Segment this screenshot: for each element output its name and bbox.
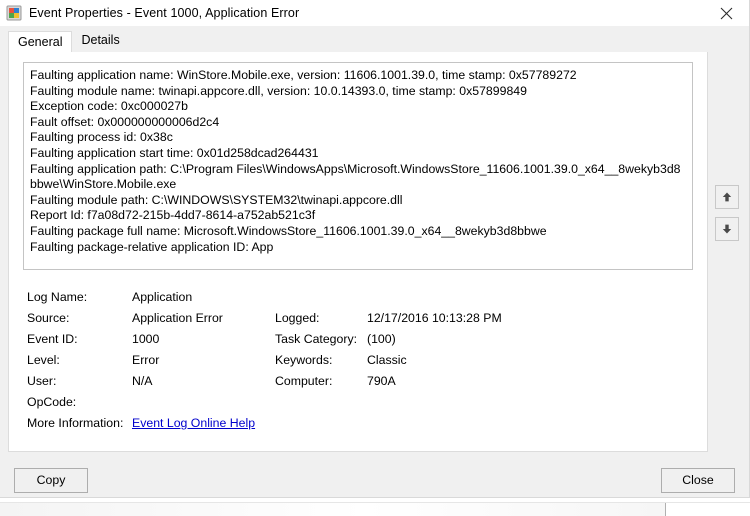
- detail-value-secondary: Classic: [367, 353, 407, 367]
- detail-label: Event ID:: [27, 332, 78, 346]
- detail-label: OpCode:: [27, 395, 77, 409]
- close-button[interactable]: Close: [661, 468, 735, 493]
- tab-details[interactable]: Details: [72, 30, 128, 52]
- tab-page-general: Faulting application name: WinStore.Mobi…: [8, 52, 708, 452]
- detail-value: Application Error: [132, 311, 223, 325]
- event-properties-dialog: Event Properties - Event 1000, Applicati…: [0, 0, 750, 498]
- detail-label-secondary: Logged:: [275, 311, 320, 325]
- detail-row-level: Level: Error Keywords: Classic: [27, 353, 677, 374]
- arrow-down-icon: [721, 223, 733, 235]
- event-properties-icon: [6, 5, 22, 21]
- more-information-label: More Information:: [27, 416, 124, 430]
- detail-value-secondary: 790A: [367, 374, 396, 388]
- tab-general-label: General: [18, 35, 63, 49]
- detail-value: N/A: [132, 374, 153, 388]
- tab-strip: General Details: [8, 30, 708, 53]
- detail-label-secondary: Keywords:: [275, 353, 333, 367]
- title-bar: Event Properties - Event 1000, Applicati…: [0, 0, 749, 26]
- detail-value: Error: [132, 353, 160, 367]
- arrow-up-icon: [721, 191, 733, 203]
- detail-value: Application: [132, 290, 193, 304]
- event-description-box[interactable]: Faulting application name: WinStore.Mobi…: [23, 62, 693, 270]
- detail-row-event-id: Event ID: 1000 Task Category: (100): [27, 332, 677, 353]
- background-divider: [665, 503, 666, 516]
- tab-details-label: Details: [81, 33, 120, 47]
- detail-label-secondary: Task Category:: [275, 332, 358, 346]
- background-gradient: [0, 503, 665, 516]
- event-log-online-help-link[interactable]: Event Log Online Help: [132, 416, 255, 430]
- detail-row-user: User: N/A Computer: 790A: [27, 374, 677, 395]
- tab-general[interactable]: General: [8, 31, 73, 53]
- detail-label: User:: [27, 374, 57, 388]
- detail-value-secondary: 12/17/2016 10:13:28 PM: [367, 311, 502, 325]
- detail-value: 1000: [132, 332, 160, 346]
- detail-label: Level:: [27, 353, 60, 367]
- window-title: Event Properties - Event 1000, Applicati…: [29, 6, 300, 20]
- event-detail-fields: Log Name: Application Source: Applicatio…: [27, 290, 677, 437]
- event-description-text: Faulting application name: WinStore.Mobi…: [30, 68, 681, 254]
- detail-row-source: Source: Application Error Logged: 12/17/…: [27, 311, 677, 332]
- detail-row-log-name: Log Name: Application: [27, 290, 677, 311]
- detail-label: Log Name:: [27, 290, 88, 304]
- previous-event-button[interactable]: [715, 185, 739, 209]
- close-icon[interactable]: [704, 0, 749, 26]
- detail-row-more-information: More Information: Event Log Online Help: [27, 416, 677, 437]
- detail-value-secondary: (100): [367, 332, 396, 346]
- copy-button[interactable]: Copy: [14, 468, 88, 493]
- detail-row-opcode: OpCode:: [27, 395, 677, 416]
- background-behind-dialog: [0, 498, 750, 516]
- detail-label: Source:: [27, 311, 70, 325]
- detail-label-secondary: Computer:: [275, 374, 333, 388]
- next-event-button[interactable]: [715, 217, 739, 241]
